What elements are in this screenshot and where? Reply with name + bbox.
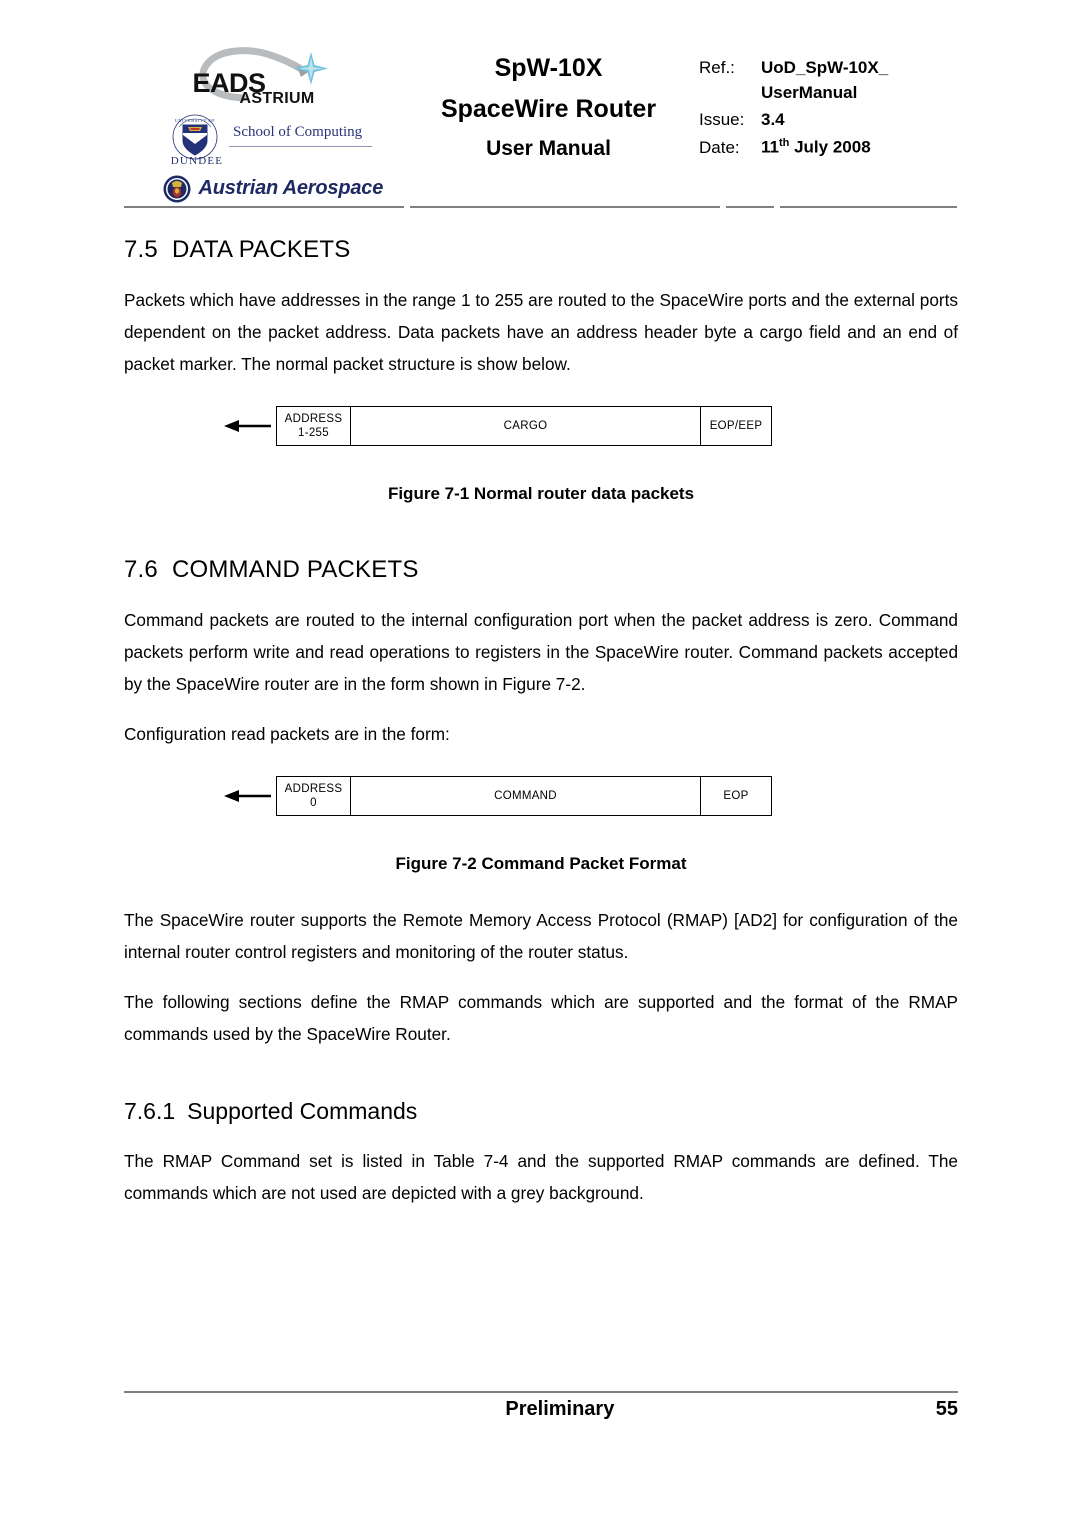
header-title-column: SpW-10X SpaceWire Router User Manual (406, 42, 691, 204)
svg-text:UNIVERSITY OF: UNIVERSITY OF (175, 118, 216, 123)
figure-7-1-caption: Figure 7-1 Normal router data packets (387, 484, 695, 503)
packet-cell-command: COMMAND (351, 777, 701, 815)
packet-cell-address: ADDRESS 1-255 (277, 407, 351, 445)
astrium-star-icon (293, 52, 328, 85)
dundee-crest-icon: UNIVERSITY OF (172, 114, 218, 160)
product-title: SpW-10X (494, 54, 603, 82)
date-value: 11th July 2008 (761, 137, 871, 158)
austrian-aerospace-wordmark: Austrian Aerospace (198, 177, 384, 200)
school-of-computing-text: School of Computing (233, 124, 363, 141)
packet-cell-terminator: EOP (723, 789, 749, 802)
dundee-school-of-computing-logo: UNIVERSITY OF DUNDEE School of Computing (157, 111, 372, 168)
address-label: ADDRESS (284, 412, 343, 425)
austrian-aerospace-seal-icon (163, 175, 190, 203)
metadata-row-issue: Issue: 3.4 (699, 110, 957, 130)
section-title: DATA PACKETS (171, 236, 351, 263)
date-day: 11 (761, 137, 779, 157)
section-heading-7-6: 7.6 COMMAND PACKETS (124, 556, 958, 584)
footer-status-text: Preliminary (505, 1398, 615, 1420)
header-logo-column: EADS ASTRIUM UNIVERSITY OF DUNDEE School… (123, 42, 406, 204)
page-number: 55 (935, 1398, 958, 1420)
issue-value: 3.4 (761, 110, 785, 129)
dundee-wordmark: DUNDEE (170, 155, 224, 168)
document-body: 7.5 DATA PACKETS Packets which have addre… (124, 236, 958, 1209)
paragraph-rmap-support: The SpaceWire router supports the Remote… (124, 910, 958, 962)
date-label: Date: (699, 137, 740, 157)
section-heading-7-5: 7.5 DATA PACKETS (124, 236, 958, 264)
metadata-row-ref: Ref.: UoD_SpW-10X_ (699, 58, 957, 78)
paragraph-data-packets: Packets which have addresses in the rang… (124, 290, 958, 374)
astrium-wordmark: ASTRIUM (239, 90, 315, 107)
paragraph-supported-commands: The RMAP Command set is listed in Table … (124, 1151, 958, 1203)
school-underline (229, 146, 372, 148)
figure-7-1: ADDRESS 1-255 CARGO EOP/EEP Figure 7-1 N… (124, 406, 958, 504)
date-ordinal-suffix: th (778, 137, 790, 149)
figure-7-2-caption: Figure 7-2 Command Packet Format (395, 854, 687, 873)
footer-divider (124, 1391, 958, 1393)
section-number: 7.6 (124, 556, 158, 583)
figure-spacer (124, 874, 958, 904)
header-divider-segment-3 (726, 206, 774, 208)
paragraph-command-packets-2: Configuration read packets are in the fo… (124, 724, 450, 744)
paragraph-command-packets-1: Command packets are routed to the intern… (124, 610, 958, 694)
date-month-year: July 2008 (789, 137, 871, 157)
ref-value: UoD_SpW-10X_ (761, 58, 889, 77)
section-title: COMMAND PACKETS (171, 556, 419, 583)
metadata-row-date: Date: 11th July 2008 (699, 137, 957, 158)
address-range: 1-255 (298, 427, 329, 439)
issue-label: Issue: (699, 110, 745, 129)
header-divider-segment-1 (124, 206, 404, 208)
document-footer: Preliminary 55 (124, 1398, 958, 1421)
packet-direction-arrow-icon (224, 416, 272, 436)
ref-value-continued: UserManual (761, 83, 858, 102)
subsection-number: 7.6.1 (124, 1098, 176, 1124)
packet-structure-box: ADDRESS 1-255 CARGO EOP/EEP (276, 406, 772, 446)
figure-7-2: ADDRESS 0 COMMAND EOP Figure 7-2 Command… (124, 776, 958, 874)
packet-cell-address: ADDRESS 0 (277, 777, 351, 815)
austrian-aerospace-logo: Austrian Aerospace (155, 174, 383, 204)
packet-diagram-row: ADDRESS 0 COMMAND EOP (224, 776, 958, 816)
eads-astrium-logo: EADS ASTRIUM (185, 46, 345, 107)
subsection-title: Supported Commands (187, 1098, 418, 1124)
packet-cell-terminator: EOP/EEP (709, 419, 763, 432)
packet-structure-box: ADDRESS 0 COMMAND EOP (276, 776, 772, 816)
document-type: User Manual (486, 137, 611, 160)
address-label: ADDRESS (284, 782, 343, 795)
header-metadata-column: Ref.: UoD_SpW-10X_ UserManual Issue: 3.4… (691, 42, 957, 204)
section-heading-7-6-1: 7.6.1 Supported Commands (124, 1098, 958, 1125)
packet-direction-arrow-icon (224, 786, 272, 806)
header-divider-segment-2 (410, 206, 720, 208)
packet-cell-cargo: CARGO (351, 407, 701, 445)
header-divider-segment-4 (780, 206, 957, 208)
ref-label: Ref.: (699, 58, 735, 77)
document-page: EADS ASTRIUM UNIVERSITY OF DUNDEE School… (0, 0, 1080, 1527)
paragraph-rmap-sections: The following sections define the RMAP c… (124, 992, 958, 1044)
address-range: 0 (310, 797, 317, 809)
document-header: EADS ASTRIUM UNIVERSITY OF DUNDEE School… (123, 42, 957, 204)
subsection-spacer (124, 1068, 958, 1098)
packet-diagram-row: ADDRESS 1-255 CARGO EOP/EEP (224, 406, 958, 446)
section-number: 7.5 (124, 236, 158, 263)
product-subtitle: SpaceWire Router (440, 95, 657, 123)
